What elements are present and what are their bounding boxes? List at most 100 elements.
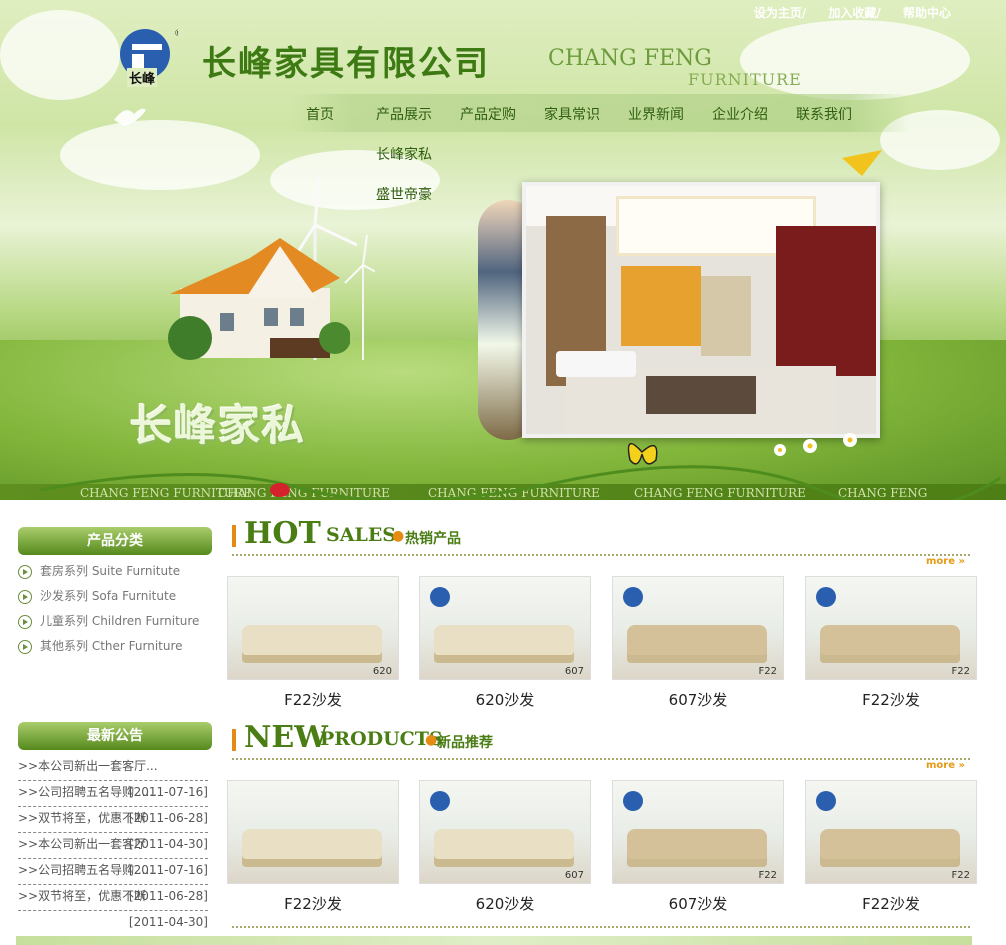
product-name[interactable]: 620沙发 bbox=[419, 689, 591, 710]
notice-date: [2011-04-30] bbox=[128, 837, 208, 851]
logo-text: 长峰 bbox=[127, 68, 158, 87]
dropdown-item-shengshi[interactable]: 盛世帝豪 bbox=[376, 184, 432, 204]
sofa-shape bbox=[820, 829, 960, 867]
notice-date: [2011-04-30] bbox=[128, 915, 208, 929]
logo-icon bbox=[816, 587, 836, 607]
heading-chinese: 热销产品 bbox=[405, 531, 461, 547]
category-item-other[interactable]: 其他系列 Cther Furniture bbox=[18, 637, 183, 655]
nav-order[interactable]: 产品定购 bbox=[460, 104, 516, 124]
sofa-shape bbox=[627, 829, 767, 867]
nav-products[interactable]: 产品展示 bbox=[376, 104, 432, 124]
arrow-circle-icon bbox=[18, 639, 32, 654]
sofa-shape bbox=[242, 829, 382, 867]
hot-sales-heading: HOT SALES ● 热销产品 bbox=[232, 516, 532, 554]
nav-home[interactable]: 首页 bbox=[306, 104, 334, 124]
product-image[interactable]: 607 bbox=[419, 780, 591, 884]
category-item-children[interactable]: 儿童系列 Children Furniture bbox=[18, 612, 199, 630]
help-center-link[interactable]: 帮助中心 bbox=[903, 6, 951, 20]
notice-item[interactable]: >>本公司新出一套客厅... bbox=[18, 755, 208, 781]
nav-knowledge[interactable]: 家具常识 bbox=[544, 104, 600, 124]
company-logo[interactable]: ® 长峰 bbox=[118, 26, 183, 87]
heading-chinese: 新品推荐 bbox=[437, 735, 493, 751]
product-image[interactable] bbox=[227, 780, 399, 884]
divider bbox=[232, 926, 970, 928]
heading-big-word: NEW bbox=[244, 720, 328, 755]
new-more-link[interactable]: more » bbox=[926, 760, 965, 771]
logo-icon bbox=[816, 791, 836, 811]
product-image[interactable]: 607 bbox=[419, 576, 591, 680]
product-name[interactable]: F22沙发 bbox=[227, 689, 399, 710]
nav-about[interactable]: 企业介绍 bbox=[712, 104, 768, 124]
set-homepage-link[interactable]: 设为主页/ bbox=[754, 6, 806, 20]
sofa-shape bbox=[434, 625, 574, 663]
notice-date: [2011-06-28] bbox=[128, 889, 208, 903]
category-label: 沙发系列 Sofa Furnitute bbox=[40, 589, 177, 603]
top-links: 设为主页/ 加入收藏/ 帮助中心 bbox=[736, 4, 951, 21]
paper-plane-icon bbox=[842, 150, 882, 176]
product-name[interactable]: F22沙发 bbox=[805, 689, 977, 710]
product-tag: F22 bbox=[758, 870, 777, 881]
company-name: 长峰家具有限公司 bbox=[202, 44, 490, 84]
product-name[interactable]: 607沙发 bbox=[612, 689, 784, 710]
english-name-sub: FURNITURE bbox=[688, 70, 802, 89]
dropdown-item-changfeng[interactable]: 长峰家私 bbox=[376, 144, 432, 164]
sofa-shape bbox=[820, 625, 960, 663]
logo-icon bbox=[623, 587, 643, 607]
heading-big-word: HOT bbox=[244, 516, 321, 551]
category-label: 其他系列 Cther Furniture bbox=[40, 639, 183, 653]
heading-accent-bar bbox=[232, 729, 236, 751]
nav-news[interactable]: 业界新闻 bbox=[628, 104, 684, 124]
product-image[interactable]: F22 bbox=[805, 576, 977, 680]
bullet-dot-icon: ● bbox=[425, 732, 438, 748]
category-label: 儿童系列 Children Furniture bbox=[40, 614, 200, 628]
product-name[interactable]: 607沙发 bbox=[612, 893, 784, 914]
cloud bbox=[60, 120, 260, 190]
product-tag: F22 bbox=[951, 870, 970, 881]
heading-mid-word: SALES bbox=[326, 524, 397, 546]
logo-icon bbox=[623, 791, 643, 811]
header-banner: 设为主页/ 加入收藏/ 帮助中心 ® 长峰 长峰家具有限公司 CHANG FEN… bbox=[0, 0, 1006, 500]
notice-item[interactable]: >>双节将至，优惠不断 [2011-06-28] bbox=[18, 885, 208, 911]
more-label: more bbox=[926, 556, 956, 567]
sofa-shape bbox=[627, 625, 767, 663]
hot-more-link[interactable]: more » bbox=[926, 556, 965, 567]
product-image[interactable]: F22 bbox=[612, 780, 784, 884]
notice-text: >>本公司新出一套客厅 bbox=[18, 837, 147, 851]
more-label: more bbox=[926, 760, 956, 771]
product-tag: 607 bbox=[564, 870, 584, 881]
living-room-photo bbox=[522, 182, 880, 438]
add-favorites-link[interactable]: 加入收藏/ bbox=[828, 6, 880, 20]
category-item-suite[interactable]: 套房系列 Suite Furnitute bbox=[18, 562, 180, 580]
cloud bbox=[0, 10, 120, 100]
category-label: 套房系列 Suite Furnitute bbox=[40, 564, 181, 578]
bullet-dot-icon: ● bbox=[392, 528, 405, 544]
new-products-heading: NEW PRODUCTS ● 新品推荐 bbox=[232, 720, 532, 758]
heading-accent-bar bbox=[232, 525, 236, 547]
categories-title: 产品分类 bbox=[18, 527, 212, 555]
product-image[interactable]: F22 bbox=[612, 576, 784, 680]
notice-item[interactable]: [2011-04-30] bbox=[18, 911, 208, 937]
product-name[interactable]: 620沙发 bbox=[419, 893, 591, 914]
double-chevron-icon: » bbox=[955, 556, 965, 567]
vine-decoration bbox=[39, 465, 1001, 500]
notice-date: [2011-07-16] bbox=[128, 863, 208, 877]
notice-item[interactable]: >>本公司新出一套客厅 [2011-04-30] bbox=[18, 833, 208, 859]
product-tag: 620 bbox=[372, 666, 392, 677]
english-name-main: CHANG FENG bbox=[548, 46, 712, 71]
notice-item[interactable]: >>双节将至，优惠不断 [2011-06-28] bbox=[18, 807, 208, 833]
nav-contact[interactable]: 联系我们 bbox=[796, 104, 852, 124]
notice-item[interactable]: >>公司招聘五名导购...... [2011-07-16] bbox=[18, 859, 208, 885]
product-image[interactable]: F22 bbox=[805, 780, 977, 884]
product-image[interactable]: 620 bbox=[227, 576, 399, 680]
double-chevron-icon: » bbox=[955, 760, 965, 771]
notice-text: >>双节将至，优惠不断 bbox=[18, 889, 147, 903]
product-name[interactable]: F22沙发 bbox=[227, 893, 399, 914]
dove-icon bbox=[114, 108, 146, 126]
sofa-shape bbox=[434, 829, 574, 867]
category-item-sofa[interactable]: 沙发系列 Sofa Furnitute bbox=[18, 587, 176, 605]
notice-item[interactable]: >>公司招聘五名导购...... [2011-07-16] bbox=[18, 781, 208, 807]
main-nav: 首页 产品展示 产品定购 家具常识 业界新闻 企业介绍 联系我们 bbox=[290, 94, 910, 132]
product-name[interactable]: F22沙发 bbox=[805, 893, 977, 914]
arrow-circle-icon bbox=[18, 589, 32, 604]
sofa-shape bbox=[242, 625, 382, 663]
